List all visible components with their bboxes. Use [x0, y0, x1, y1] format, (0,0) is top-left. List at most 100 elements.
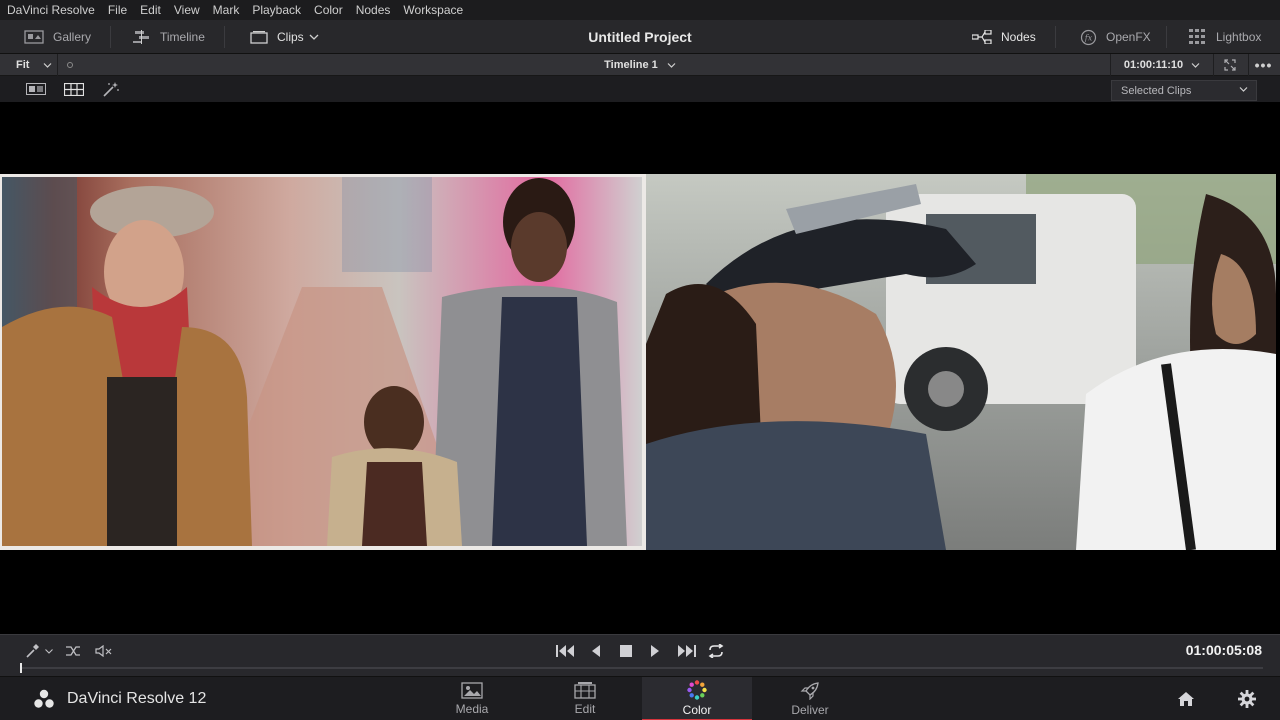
loop-icon — [708, 644, 724, 658]
timecode-dropdown[interactable]: 01:00:11:10 — [1110, 54, 1214, 76]
clip-thumbnail[interactable] — [646, 174, 1276, 550]
magic-wand-button[interactable] — [101, 81, 121, 97]
chevron-down-icon — [309, 34, 319, 40]
play-reverse-icon — [592, 645, 600, 657]
tab-deliver-label: Deliver — [791, 702, 829, 717]
menu-edit[interactable]: Edit — [140, 3, 161, 17]
color-wheel-icon — [687, 679, 707, 700]
toolbar-divider — [224, 26, 225, 48]
gallery-button[interactable]: Gallery — [24, 20, 91, 54]
clip-image-graphic — [2, 177, 642, 546]
playhead-timecode: 01:00:05:08 — [1185, 642, 1262, 658]
gallery-label: Gallery — [53, 30, 92, 44]
gallery-icon — [24, 30, 44, 44]
selected-clips-label: Selected Clips — [1121, 84, 1192, 97]
zoom-fit-label: Fit — [16, 59, 30, 71]
clips-icon — [250, 31, 268, 44]
stop-icon — [620, 645, 632, 657]
play-button[interactable] — [648, 641, 662, 661]
app-name-label: DaVinci Resolve 12 — [67, 690, 207, 707]
timeline-label: Timeline — [160, 30, 205, 44]
openfx-button[interactable]: fx OpenFX — [1080, 20, 1151, 54]
viewer[interactable] — [0, 102, 1280, 634]
grid-view-button[interactable] — [63, 81, 84, 97]
clip-thumbnail[interactable] — [0, 174, 646, 550]
single-view-button[interactable] — [26, 81, 46, 97]
timeline-name: Timeline 1 — [604, 59, 658, 71]
toolbar-divider — [1166, 26, 1167, 48]
playhead[interactable] — [20, 663, 22, 673]
transport-bar: 01:00:05:08 — [0, 634, 1280, 676]
skip-end-icon — [678, 645, 696, 657]
menu-view[interactable]: View — [174, 3, 200, 17]
timeline-button[interactable]: Timeline — [133, 20, 205, 54]
tab-media-label: Media — [455, 702, 489, 716]
nodes-button[interactable]: Nodes — [972, 20, 1036, 54]
chevron-down-icon — [1239, 87, 1248, 92]
svg-text:fx: fx — [1084, 33, 1093, 42]
clips-button[interactable]: Clips — [250, 20, 319, 54]
menu-bar: DaVinci Resolve File Edit View Mark Play… — [0, 0, 1280, 20]
home-button[interactable] — [1176, 689, 1196, 709]
zoom-fit-dropdown[interactable]: Fit — [0, 54, 58, 76]
status-dot-icon — [67, 62, 73, 68]
stop-button[interactable] — [618, 641, 634, 661]
tab-edit-label: Edit — [574, 702, 596, 716]
split-view-icon — [26, 83, 46, 95]
openfx-icon: fx — [1080, 29, 1097, 45]
chevron-down-icon — [667, 62, 676, 68]
settings-button[interactable] — [1237, 689, 1257, 709]
tab-edit[interactable]: Edit — [530, 677, 640, 720]
timeline-icon — [133, 30, 149, 44]
clip-image — [646, 174, 1276, 550]
menu-nodes[interactable]: Nodes — [356, 3, 391, 17]
main-toolbar: Gallery Timeline Clips Untitled Project … — [0, 20, 1280, 54]
selected-clips-dropdown[interactable]: Selected Clips — [1111, 80, 1257, 101]
media-icon — [461, 682, 483, 699]
menu-file[interactable]: File — [108, 3, 127, 17]
magic-wand-icon — [103, 82, 119, 97]
loop-button[interactable] — [706, 641, 726, 661]
viewer-subbar — [0, 76, 1280, 102]
lightbox-label: Lightbox — [1216, 30, 1262, 44]
tab-color-label: Color — [682, 702, 712, 717]
clips-label: Clips — [277, 30, 304, 44]
more-options-button[interactable]: ••• — [1248, 54, 1278, 76]
viewer-header: Fit Timeline 1 01:00:11:10 ••• — [0, 54, 1280, 76]
bypass-button[interactable] — [64, 641, 82, 661]
tab-deliver[interactable]: Deliver — [755, 677, 865, 720]
lightbox-button[interactable]: Lightbox — [1189, 20, 1261, 54]
davinci-logo-icon — [34, 689, 54, 708]
tab-color[interactable]: Color — [642, 677, 752, 720]
timeline-selector[interactable]: Timeline 1 — [604, 59, 676, 71]
home-icon — [1178, 692, 1194, 706]
play-reverse-button[interactable] — [589, 641, 603, 661]
project-title: Untitled Project — [588, 29, 692, 45]
eyedropper-icon — [26, 644, 39, 658]
nodes-label: Nodes — [1001, 30, 1036, 44]
menu-playback[interactable]: Playback — [252, 3, 301, 17]
menu-color[interactable]: Color — [314, 3, 343, 17]
timeline-timecode: 01:00:11:10 — [1123, 59, 1184, 71]
chevron-down-icon — [1191, 62, 1200, 68]
menu-mark[interactable]: Mark — [213, 3, 240, 17]
page-navigation-bar: DaVinci Resolve 12 Media Edit Color Deli… — [0, 676, 1280, 720]
mute-icon — [95, 645, 112, 657]
app-brand: DaVinci Resolve 12 — [34, 677, 206, 720]
more-options-label: ••• — [1254, 57, 1273, 73]
go-to-start-button[interactable] — [555, 641, 577, 661]
grid-view-icon — [63, 82, 84, 96]
mute-button[interactable] — [94, 641, 114, 661]
fullscreen-button[interactable] — [1218, 54, 1242, 76]
timeline-selector-wrap: Timeline 1 — [0, 54, 1280, 76]
timeline-scrubber[interactable] — [21, 667, 1263, 669]
pick-tool-button[interactable] — [22, 641, 56, 661]
gear-icon — [1238, 690, 1256, 708]
tab-media[interactable]: Media — [417, 677, 527, 720]
shuffle-icon — [66, 646, 80, 656]
rocket-icon — [800, 681, 819, 700]
menu-davinci-resolve[interactable]: DaVinci Resolve — [7, 3, 95, 17]
go-to-end-button[interactable] — [675, 641, 697, 661]
play-icon — [651, 645, 659, 657]
menu-workspace[interactable]: Workspace — [403, 3, 463, 17]
